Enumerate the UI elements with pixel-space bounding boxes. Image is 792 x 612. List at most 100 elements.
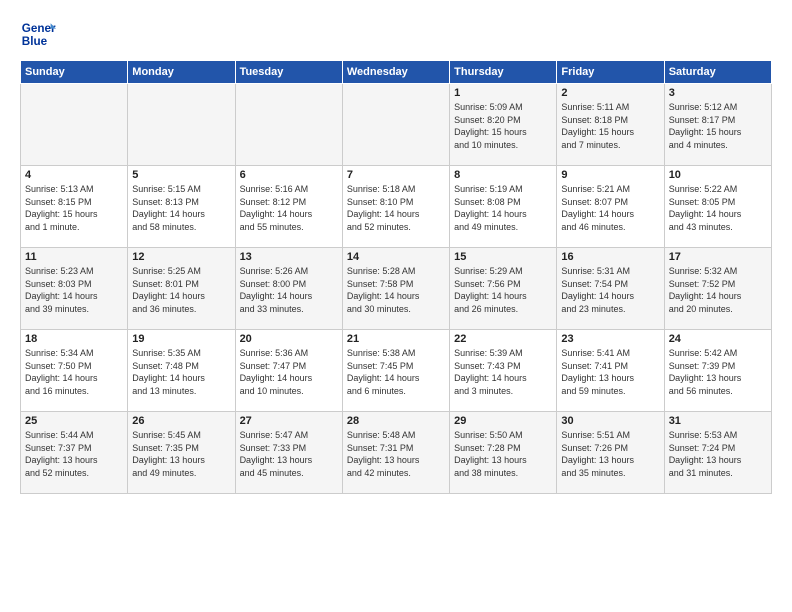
day-number: 3	[669, 87, 767, 99]
day-number: 9	[561, 169, 659, 181]
weekday-friday: Friday	[557, 61, 664, 84]
day-number: 18	[25, 333, 123, 345]
day-info: Sunrise: 5:41 AM Sunset: 7:41 PM Dayligh…	[561, 347, 659, 397]
calendar-table: SundayMondayTuesdayWednesdayThursdayFrid…	[20, 60, 772, 494]
calendar-cell: 15Sunrise: 5:29 AM Sunset: 7:56 PM Dayli…	[450, 248, 557, 330]
calendar-cell: 18 Sunrise: 5:34 AM Sunset: 7:50 PM Dayli…	[21, 330, 128, 412]
week-row-3: 11 Sunrise: 5:23 AM Sunset: 8:03 PM Dayli…	[21, 248, 772, 330]
weekday-monday: Monday	[128, 61, 235, 84]
calendar-cell: 22 Sunrise: 5:39 AM Sunset: 7:43 PM Dayli…	[450, 330, 557, 412]
calendar-cell: 26 Sunrise: 5:45 AM Sunset: 7:35 PM Dayli…	[128, 412, 235, 494]
day-number: 13	[240, 251, 338, 263]
calendar-cell: 17 Sunrise: 5:32 AM Sunset: 7:52 PM Dayli…	[664, 248, 771, 330]
day-number: 4	[25, 169, 123, 181]
day-info: Sunrise: 5:47 AM Sunset: 7:33 PM Dayligh…	[240, 429, 338, 479]
day-number: 26	[132, 415, 230, 427]
weekday-saturday: Saturday	[664, 61, 771, 84]
calendar-cell: 4 Sunrise: 5:13 AM Sunset: 8:15 PM Daylig…	[21, 166, 128, 248]
day-number: 10	[669, 169, 767, 181]
logo: General Blue	[20, 16, 56, 52]
calendar-cell: 28 Sunrise: 5:48 AM Sunset: 7:31 PM Dayli…	[342, 412, 449, 494]
day-info: Sunrise: 5:31 AM Sunset: 7:54 PM Dayligh…	[561, 265, 659, 315]
calendar-cell: 29Sunrise: 5:50 AM Sunset: 7:28 PM Dayli…	[450, 412, 557, 494]
calendar-cell: 24 Sunrise: 5:42 AM Sunset: 7:39 PM Dayli…	[664, 330, 771, 412]
calendar-cell: 6 Sunrise: 5:16 AM Sunset: 8:12 PM Daylig…	[235, 166, 342, 248]
day-info: Sunrise: 5:11 AM Sunset: 8:18 PM Dayligh…	[561, 101, 659, 151]
day-info: Sunrise: 5:13 AM Sunset: 8:15 PM Dayligh…	[25, 183, 123, 233]
week-row-5: 25 Sunrise: 5:44 AM Sunset: 7:37 PM Dayli…	[21, 412, 772, 494]
week-row-2: 4 Sunrise: 5:13 AM Sunset: 8:15 PM Daylig…	[21, 166, 772, 248]
day-info: Sunrise: 5:23 AM Sunset: 8:03 PM Dayligh…	[25, 265, 123, 315]
calendar-cell: 1Sunrise: 5:09 AM Sunset: 8:20 PM Daylig…	[450, 84, 557, 166]
day-number: 2	[561, 87, 659, 99]
calendar-cell: 27Sunrise: 5:47 AM Sunset: 7:33 PM Dayli…	[235, 412, 342, 494]
calendar-cell: 31 Sunrise: 5:53 AM Sunset: 7:24 PM Dayli…	[664, 412, 771, 494]
weekday-header-row: SundayMondayTuesdayWednesdayThursdayFrid…	[21, 61, 772, 84]
calendar-cell: 11 Sunrise: 5:23 AM Sunset: 8:03 PM Dayli…	[21, 248, 128, 330]
calendar-cell	[21, 84, 128, 166]
day-number: 25	[25, 415, 123, 427]
logo-icon: General Blue	[20, 16, 56, 52]
calendar-cell: 13 Sunrise: 5:26 AM Sunset: 8:00 PM Dayli…	[235, 248, 342, 330]
day-number: 16	[561, 251, 659, 263]
day-number: 21	[347, 333, 445, 345]
day-number: 28	[347, 415, 445, 427]
calendar-cell: 19 Sunrise: 5:35 AM Sunset: 7:48 PM Dayli…	[128, 330, 235, 412]
day-info: Sunrise: 5:42 AM Sunset: 7:39 PM Dayligh…	[669, 347, 767, 397]
day-info: Sunrise: 5:29 AM Sunset: 7:56 PM Dayligh…	[454, 265, 552, 315]
calendar-cell: 10 Sunrise: 5:22 AM Sunset: 8:05 PM Dayli…	[664, 166, 771, 248]
day-info: Sunrise: 5:22 AM Sunset: 8:05 PM Dayligh…	[669, 183, 767, 233]
calendar-cell: 14 Sunrise: 5:28 AM Sunset: 7:58 PM Dayli…	[342, 248, 449, 330]
day-info: Sunrise: 5:28 AM Sunset: 7:58 PM Dayligh…	[347, 265, 445, 315]
day-number: 24	[669, 333, 767, 345]
day-info: Sunrise: 5:34 AM Sunset: 7:50 PM Dayligh…	[25, 347, 123, 397]
calendar-cell: 30Sunrise: 5:51 AM Sunset: 7:26 PM Dayli…	[557, 412, 664, 494]
calendar-cell: 9 Sunrise: 5:21 AM Sunset: 8:07 PM Daylig…	[557, 166, 664, 248]
calendar-cell: 25 Sunrise: 5:44 AM Sunset: 7:37 PM Dayli…	[21, 412, 128, 494]
calendar-cell: 23Sunrise: 5:41 AM Sunset: 7:41 PM Dayli…	[557, 330, 664, 412]
week-row-1: 1Sunrise: 5:09 AM Sunset: 8:20 PM Daylig…	[21, 84, 772, 166]
weekday-wednesday: Wednesday	[342, 61, 449, 84]
day-number: 19	[132, 333, 230, 345]
header: General Blue	[20, 16, 772, 52]
day-info: Sunrise: 5:48 AM Sunset: 7:31 PM Dayligh…	[347, 429, 445, 479]
day-number: 14	[347, 251, 445, 263]
day-info: Sunrise: 5:53 AM Sunset: 7:24 PM Dayligh…	[669, 429, 767, 479]
day-number: 20	[240, 333, 338, 345]
day-number: 22	[454, 333, 552, 345]
day-info: Sunrise: 5:44 AM Sunset: 7:37 PM Dayligh…	[25, 429, 123, 479]
day-info: Sunrise: 5:21 AM Sunset: 8:07 PM Dayligh…	[561, 183, 659, 233]
day-info: Sunrise: 5:15 AM Sunset: 8:13 PM Dayligh…	[132, 183, 230, 233]
day-info: Sunrise: 5:35 AM Sunset: 7:48 PM Dayligh…	[132, 347, 230, 397]
calendar-cell: 12Sunrise: 5:25 AM Sunset: 8:01 PM Dayli…	[128, 248, 235, 330]
calendar-cell	[342, 84, 449, 166]
day-info: Sunrise: 5:18 AM Sunset: 8:10 PM Dayligh…	[347, 183, 445, 233]
calendar-cell: 3 Sunrise: 5:12 AM Sunset: 8:17 PM Daylig…	[664, 84, 771, 166]
day-number: 1	[454, 87, 552, 99]
day-info: Sunrise: 5:12 AM Sunset: 8:17 PM Dayligh…	[669, 101, 767, 151]
day-number: 6	[240, 169, 338, 181]
day-info: Sunrise: 5:25 AM Sunset: 8:01 PM Dayligh…	[132, 265, 230, 315]
weekday-tuesday: Tuesday	[235, 61, 342, 84]
day-info: Sunrise: 5:32 AM Sunset: 7:52 PM Dayligh…	[669, 265, 767, 315]
day-info: Sunrise: 5:26 AM Sunset: 8:00 PM Dayligh…	[240, 265, 338, 315]
day-info: Sunrise: 5:39 AM Sunset: 7:43 PM Dayligh…	[454, 347, 552, 397]
day-number: 7	[347, 169, 445, 181]
day-info: Sunrise: 5:51 AM Sunset: 7:26 PM Dayligh…	[561, 429, 659, 479]
calendar-cell	[128, 84, 235, 166]
day-info: Sunrise: 5:36 AM Sunset: 7:47 PM Dayligh…	[240, 347, 338, 397]
weekday-sunday: Sunday	[21, 61, 128, 84]
weekday-thursday: Thursday	[450, 61, 557, 84]
day-number: 11	[25, 251, 123, 263]
calendar-cell: 21Sunrise: 5:38 AM Sunset: 7:45 PM Dayli…	[342, 330, 449, 412]
day-info: Sunrise: 5:50 AM Sunset: 7:28 PM Dayligh…	[454, 429, 552, 479]
calendar-cell	[235, 84, 342, 166]
calendar-cell: 20 Sunrise: 5:36 AM Sunset: 7:47 PM Dayli…	[235, 330, 342, 412]
day-number: 5	[132, 169, 230, 181]
day-number: 17	[669, 251, 767, 263]
week-row-4: 18 Sunrise: 5:34 AM Sunset: 7:50 PM Dayli…	[21, 330, 772, 412]
day-info: Sunrise: 5:45 AM Sunset: 7:35 PM Dayligh…	[132, 429, 230, 479]
day-info: Sunrise: 5:16 AM Sunset: 8:12 PM Dayligh…	[240, 183, 338, 233]
day-number: 31	[669, 415, 767, 427]
svg-text:Blue: Blue	[22, 35, 48, 48]
